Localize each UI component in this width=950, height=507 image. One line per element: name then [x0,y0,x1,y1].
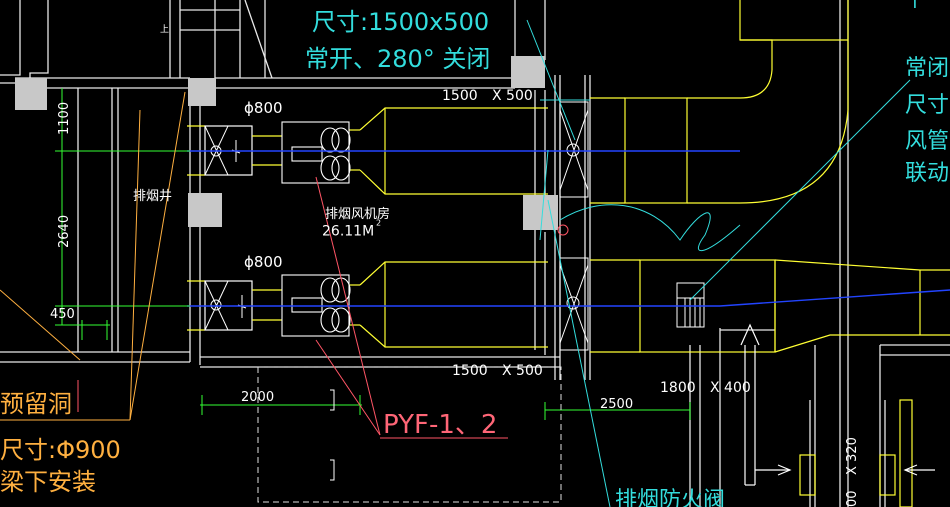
dim-duct-bottom-h: X 500 [502,363,543,379]
dim-00: 00 [845,490,860,507]
dim-2500: 2500 [600,397,633,412]
label-fan-tag: PYF-1、2 [383,410,497,440]
label-smoke-shaft: 排烟井 [133,189,172,204]
dim-duct-bottom-w: 1500 [452,363,488,379]
label-bottom-right: 排烟防火阀 [615,488,725,507]
note-right-top: T [909,0,920,12]
note-top-size: 尺寸:1500x500 [312,8,489,36]
dim-320: X 320 [845,437,860,475]
label-hole-install: 梁下安装 [0,468,96,496]
dim-duct-right-w: 1800 [660,380,696,396]
note-right-3: 风管上 [905,129,950,154]
label-room-area-sup: 2 [376,219,381,228]
dim-duct-right-h: X 400 [710,380,751,396]
dim-phi-bottom: ϕ800 [244,253,283,271]
dim-2640: 2640 [57,215,72,248]
note-right-4: 联动排 [905,161,950,186]
note-top-spec: 常开、280° 关闭 [305,45,490,73]
cad-drawing-canvas[interactable]: 尺寸:1500x500 常开、280° 关闭 常闭多 尺寸: 风管上 联动排 T… [0,0,950,507]
label-room-area: 26.11M [322,224,374,240]
note-right-1: 常闭多 [905,56,950,81]
dim-phi-top: ϕ800 [244,99,283,117]
note-right-2: 尺寸: [905,93,950,118]
label-reserved-hole: 预留洞 [0,390,72,418]
dim-duct-top-w: 1500 [442,88,478,104]
dim-450: 450 [50,307,75,322]
dim-duct-top-h: X 500 [492,88,533,104]
dim-2000: 2000 [241,390,274,405]
label-hole-size: 尺寸:Φ900 [0,436,121,464]
dim-1100: 1100 [57,102,72,135]
label-shaft-marker: 上 [160,24,169,35]
